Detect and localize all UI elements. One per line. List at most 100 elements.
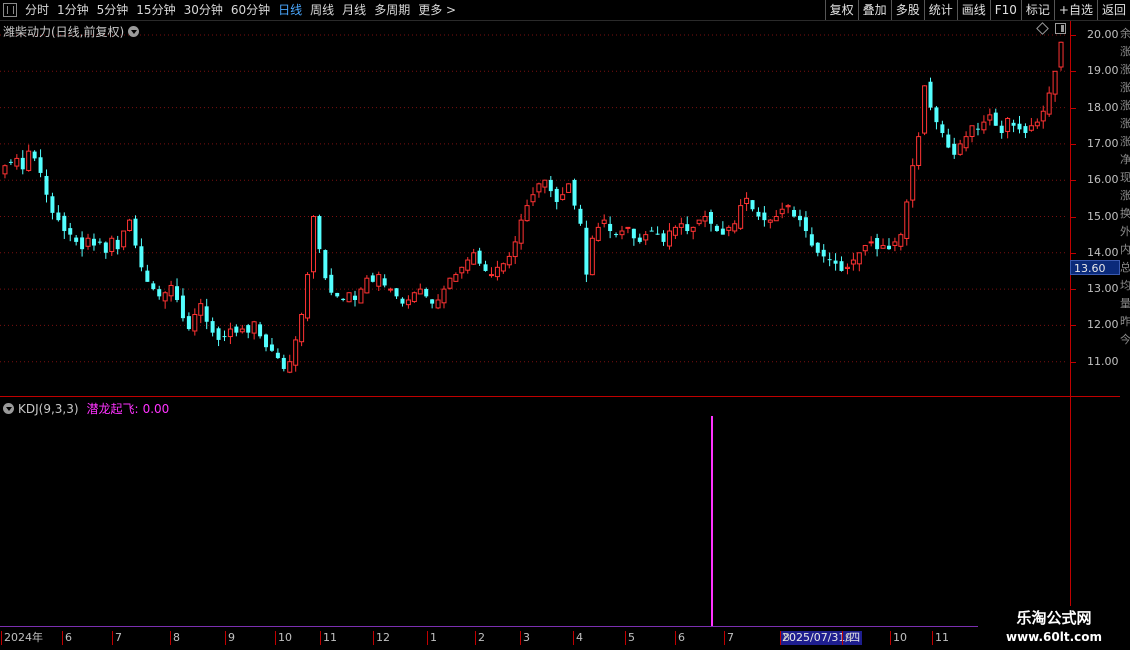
candle (8, 159, 13, 166)
period-tab-9[interactable]: 多周期 (370, 0, 414, 20)
candle (714, 224, 719, 232)
kdj-chart[interactable] (0, 398, 1068, 626)
tool-button-5[interactable]: F10 (989, 0, 1021, 20)
candle (940, 120, 945, 138)
candle (26, 144, 32, 172)
tool-button-7[interactable]: +自选 (1053, 0, 1097, 20)
candle (1028, 117, 1034, 132)
candle (222, 330, 227, 342)
period-tab-4[interactable]: 30分钟 (180, 0, 227, 20)
candle (139, 238, 144, 272)
date-tick: 3 (520, 631, 530, 645)
candle (631, 228, 636, 246)
candle (625, 226, 631, 234)
candle (554, 186, 559, 210)
candle (459, 266, 465, 279)
date-tick: 4 (573, 631, 583, 645)
candle (376, 271, 382, 291)
candle (38, 149, 43, 178)
date-tick: 10 (275, 631, 292, 645)
period-tab-5[interactable]: 60分钟 (227, 0, 274, 20)
tool-button-2[interactable]: 多股 (890, 0, 924, 20)
period-tab-1[interactable]: 1分钟 (53, 0, 93, 20)
price-axis[interactable]: 20.00 19.00 18.00 17.00 16.00 15.00 14.00 13.00… (1070, 21, 1121, 626)
date-tick: 2 (475, 631, 485, 645)
date-axis[interactable]: 2025/07/31/四 2024年 6 7 8 9 10 11 12 1 2 3 4 5 6 7 8 9 10 1… (0, 630, 978, 650)
candle (264, 333, 269, 352)
candle (850, 252, 856, 271)
date-tick: 8 (780, 631, 790, 645)
candle (572, 178, 577, 210)
candle (145, 264, 150, 282)
candle (44, 169, 49, 203)
panel-divider[interactable] (0, 396, 1120, 397)
period-tab-8[interactable]: 月线 (338, 0, 370, 20)
tool-button-3[interactable]: 统计 (923, 0, 957, 20)
candle (875, 233, 880, 257)
candle (792, 206, 797, 218)
candle (856, 252, 862, 272)
candle (91, 233, 96, 251)
date-tick: 6 (62, 631, 72, 645)
candle (530, 187, 536, 206)
tool-button-8[interactable]: 返回 (1096, 0, 1130, 20)
candle (275, 348, 280, 359)
candlestick-chart[interactable] (0, 21, 1068, 395)
candle (584, 220, 589, 283)
period-tab-3[interactable]: 15分钟 (132, 0, 179, 20)
panel-toggle-icon[interactable] (3, 3, 17, 17)
candle (258, 321, 263, 339)
candle (335, 292, 340, 298)
candle (168, 280, 174, 302)
kdj-panel[interactable]: KDJ(9,3,3) 潜龙起飞: 0.00 (0, 398, 1068, 626)
price-chart-panel[interactable]: 潍柴动力(日线,前复权) (0, 21, 1068, 395)
candle (488, 267, 494, 278)
period-tab-10[interactable]: 更多 > (414, 0, 460, 20)
period-tab-0[interactable]: 分时 (21, 0, 53, 20)
candle (762, 206, 767, 227)
candle (121, 230, 127, 251)
date-tick: 9 (225, 631, 235, 645)
candle (417, 283, 423, 295)
kdj-title[interactable]: KDJ(9,3,3) 潜龙起飞: 0.00 (3, 400, 169, 417)
chevron-down-icon[interactable] (3, 403, 14, 414)
tool-button-1[interactable]: 叠加 (857, 0, 891, 20)
sidebar-glyph: 量 (1120, 297, 1130, 310)
candle (471, 248, 477, 265)
sidebar-glyph: 涨 (1120, 189, 1130, 202)
price-tick: 13.00 (1087, 282, 1119, 296)
candle (109, 235, 115, 256)
candle (708, 209, 713, 232)
tick-mark (1071, 71, 1076, 73)
tool-button-4[interactable]: 画线 (956, 0, 990, 20)
candle (216, 326, 221, 347)
candle (198, 298, 204, 324)
candle (797, 209, 802, 227)
sidebar-glyph: 涨 (1120, 99, 1130, 112)
tick-mark (1071, 252, 1076, 254)
date-tick: 9 (842, 631, 852, 645)
candle (690, 226, 696, 240)
toolbar-tools: 复权 叠加 多股 统计 画线 F10 标记 +自选 返回 (824, 0, 1130, 20)
stock-title[interactable]: 潍柴动力(日线,前复权) (3, 23, 140, 40)
candle (1046, 86, 1052, 117)
date-tick: 7 (112, 631, 122, 645)
tick-mark (1071, 361, 1076, 363)
tool-button-6[interactable]: 标记 (1020, 0, 1054, 20)
candle (1005, 117, 1011, 139)
chevron-down-icon[interactable] (128, 26, 140, 37)
period-tab-2[interactable]: 5分钟 (93, 0, 133, 20)
candle (341, 298, 346, 302)
date-tick: 12 (373, 631, 390, 645)
layout-icon[interactable] (1055, 23, 1066, 34)
candle (204, 298, 209, 330)
candle (68, 222, 73, 242)
date-tick: 8 (170, 631, 180, 645)
quote-sidebar: 余涨涨涨涨涨涨净现涨换外内总均量昨今 (1120, 21, 1130, 626)
candle (608, 216, 613, 239)
candle (494, 260, 500, 281)
period-tab-6[interactable]: 日线 (274, 0, 306, 20)
period-tab-7[interactable]: 周线 (306, 0, 338, 20)
tool-button-0[interactable]: 复权 (824, 0, 858, 20)
candle (1058, 41, 1064, 71)
